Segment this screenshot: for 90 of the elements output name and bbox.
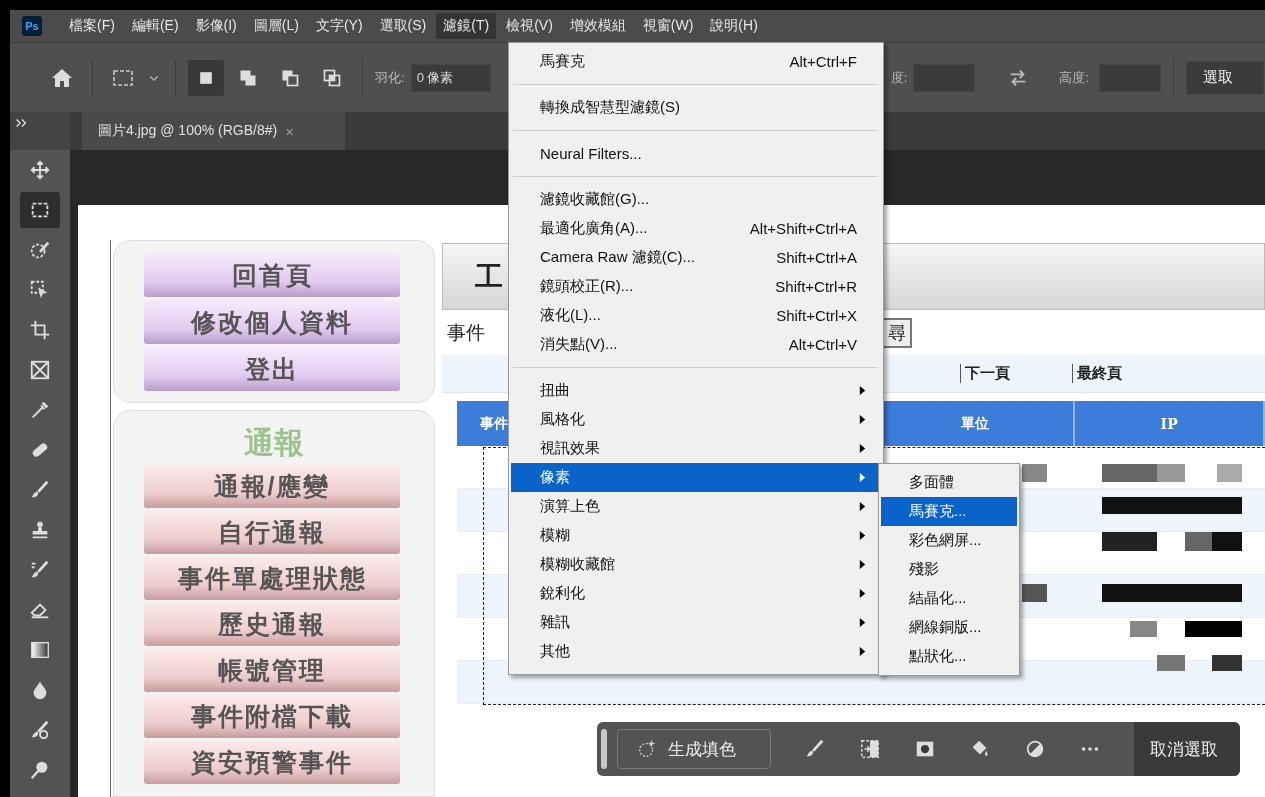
menu-item[interactable]: 結晶化... [881, 584, 1017, 613]
selection-mode-icon [322, 67, 342, 88]
nav-button[interactable]: 帳號管理 [144, 649, 400, 692]
menu-item[interactable]: 銳利化 [511, 579, 881, 608]
feather-field[interactable]: 0 像素 [410, 63, 491, 92]
eyedropper-icon [29, 399, 51, 421]
menu-item[interactable]: 說明(H) [703, 13, 765, 39]
submenu-arrow-icon [858, 646, 867, 657]
double-chevron-icon[interactable] [14, 116, 28, 130]
menu-item[interactable]: 濾鏡收藏館(G)... [511, 185, 881, 214]
menu-item[interactable]: Camera Raw 濾鏡(C)... Shift+Ctrl+A [511, 243, 881, 272]
menu-item[interactable]: 圖層(L) [246, 13, 306, 39]
submenu-arrow-icon [858, 559, 867, 570]
submenu-arrow-icon [858, 414, 867, 425]
menu-item[interactable]: 鏡頭校正(R)... Shift+Ctrl+R [511, 272, 881, 301]
feather-label: 羽化: [375, 68, 405, 87]
generative-fill-button[interactable]: 生成填色 [617, 729, 771, 769]
nav-button[interactable]: 歷史通報 [144, 603, 400, 646]
height-label: 高度: [1059, 68, 1089, 87]
menu-item[interactable]: 馬賽克... [881, 497, 1017, 526]
move-icon [29, 159, 51, 181]
nav-button[interactable]: 登出 [144, 347, 400, 391]
submenu-arrow-icon [858, 530, 867, 541]
menu-item[interactable]: 雜訊 [511, 608, 881, 637]
menu-item[interactable]: 演算上色 [511, 492, 881, 521]
width-label: 度: [890, 68, 908, 87]
submenu-arrow-icon [858, 617, 867, 628]
submenu-arrow-icon [858, 588, 867, 599]
smudge-icon [29, 719, 51, 741]
tool-button[interactable] [20, 192, 60, 228]
menu-item[interactable]: 增效模組 [562, 13, 633, 39]
menu-item[interactable]: 模糊 [511, 521, 881, 550]
tab-title: 圖片4.jpg @ 100% (RGB/8#) [98, 122, 278, 140]
nav-button[interactable]: 事件單處理狀態 [144, 557, 400, 600]
shortcut-label: Shift+Ctrl+R [775, 278, 857, 295]
shortcut-label: Shift+Ctrl+A [776, 249, 857, 266]
crop-icon [29, 319, 51, 341]
menu-item[interactable]: 馬賽克 Alt+Ctrl+F [511, 47, 881, 76]
gradient-icon [29, 639, 51, 661]
document-tab[interactable]: 圖片4.jpg @ 100% (RGB/8#) × [82, 112, 345, 150]
menu-item[interactable]: 彩色網屏... [881, 526, 1017, 555]
menu-item[interactable]: 消失點(V)... Alt+Ctrl+V [511, 330, 881, 359]
query-label: 事件 [447, 320, 485, 345]
submenu-arrow-icon [858, 443, 867, 454]
menu-item[interactable]: 文字(Y) [308, 13, 370, 39]
page-title: 工 [475, 259, 503, 294]
menu-item[interactable]: 液化(L)... Shift+Ctrl+X [511, 301, 881, 330]
menu-item[interactable]: 編輯(E) [124, 13, 186, 39]
grip-handle[interactable] [601, 729, 607, 769]
nav-button[interactable]: 回首頁 [144, 253, 400, 297]
shortcut-label: Alt+Shift+Ctrl+A [749, 220, 857, 237]
submenu-arrow-icon [858, 501, 867, 512]
shortcut-label: Alt+Ctrl+F [789, 53, 857, 70]
submenu-arrow-icon [858, 472, 867, 483]
menu-item[interactable]: 網線銅版... [881, 613, 1017, 642]
menu-item[interactable]: 像素 [511, 463, 881, 492]
menu-item[interactable]: 轉換成智慧型濾鏡(S) [511, 93, 881, 122]
app-logo: Ps [22, 16, 42, 36]
menu-item[interactable]: 模糊收藏館 [511, 550, 881, 579]
menu-item[interactable]: 視窗(W) [635, 13, 701, 39]
menu-item[interactable]: 濾鏡(T) [436, 13, 497, 39]
menu-item[interactable]: Neural Filters... [511, 139, 881, 168]
nav-button[interactable]: 修改個人資料 [144, 300, 400, 344]
section-title: 通報 [243, 424, 305, 462]
frame-icon [29, 359, 51, 381]
menu-item[interactable]: 點狀化... [881, 642, 1017, 671]
select-and-mask-button[interactable]: 選取 [1185, 60, 1264, 95]
selection-mode-button[interactable] [188, 59, 224, 96]
menu-item[interactable]: 其他 [511, 637, 881, 666]
shortcut-label: Shift+Ctrl+X [776, 307, 857, 324]
sparkle-icon [636, 738, 658, 760]
pager-link[interactable]: 下一頁 [960, 364, 1010, 383]
quick-selection-icon [29, 239, 51, 261]
menu-item[interactable]: 檔案(F) [62, 13, 122, 39]
menu-item[interactable]: 檢視(V) [499, 13, 560, 39]
menu-item[interactable]: 最適化廣角(A)... Alt+Shift+Ctrl+A [511, 214, 881, 243]
nav-button[interactable]: 通報/應變 [144, 465, 400, 508]
menu-item[interactable]: 殘影 [881, 555, 1017, 584]
contrast-icon[interactable] [1024, 738, 1046, 760]
nav-button[interactable]: 自行通報 [144, 511, 400, 554]
nav-button[interactable]: 事件附檔下載 [144, 695, 400, 738]
menu-item[interactable]: 選取(S) [372, 13, 434, 39]
menu-item[interactable]: 影像(I) [188, 13, 244, 39]
deselect-button[interactable]: 取消選取 [1134, 722, 1240, 776]
submenu-arrow-icon [858, 385, 867, 396]
pager-link[interactable]: 最終頁 [1072, 364, 1122, 383]
menu-item[interactable]: 多面體 [881, 468, 1017, 497]
nav-button[interactable]: 資安預警事件 [144, 741, 400, 784]
shortcut-label: Alt+Ctrl+V [788, 336, 857, 353]
search-button[interactable]: 尋 [882, 317, 912, 348]
